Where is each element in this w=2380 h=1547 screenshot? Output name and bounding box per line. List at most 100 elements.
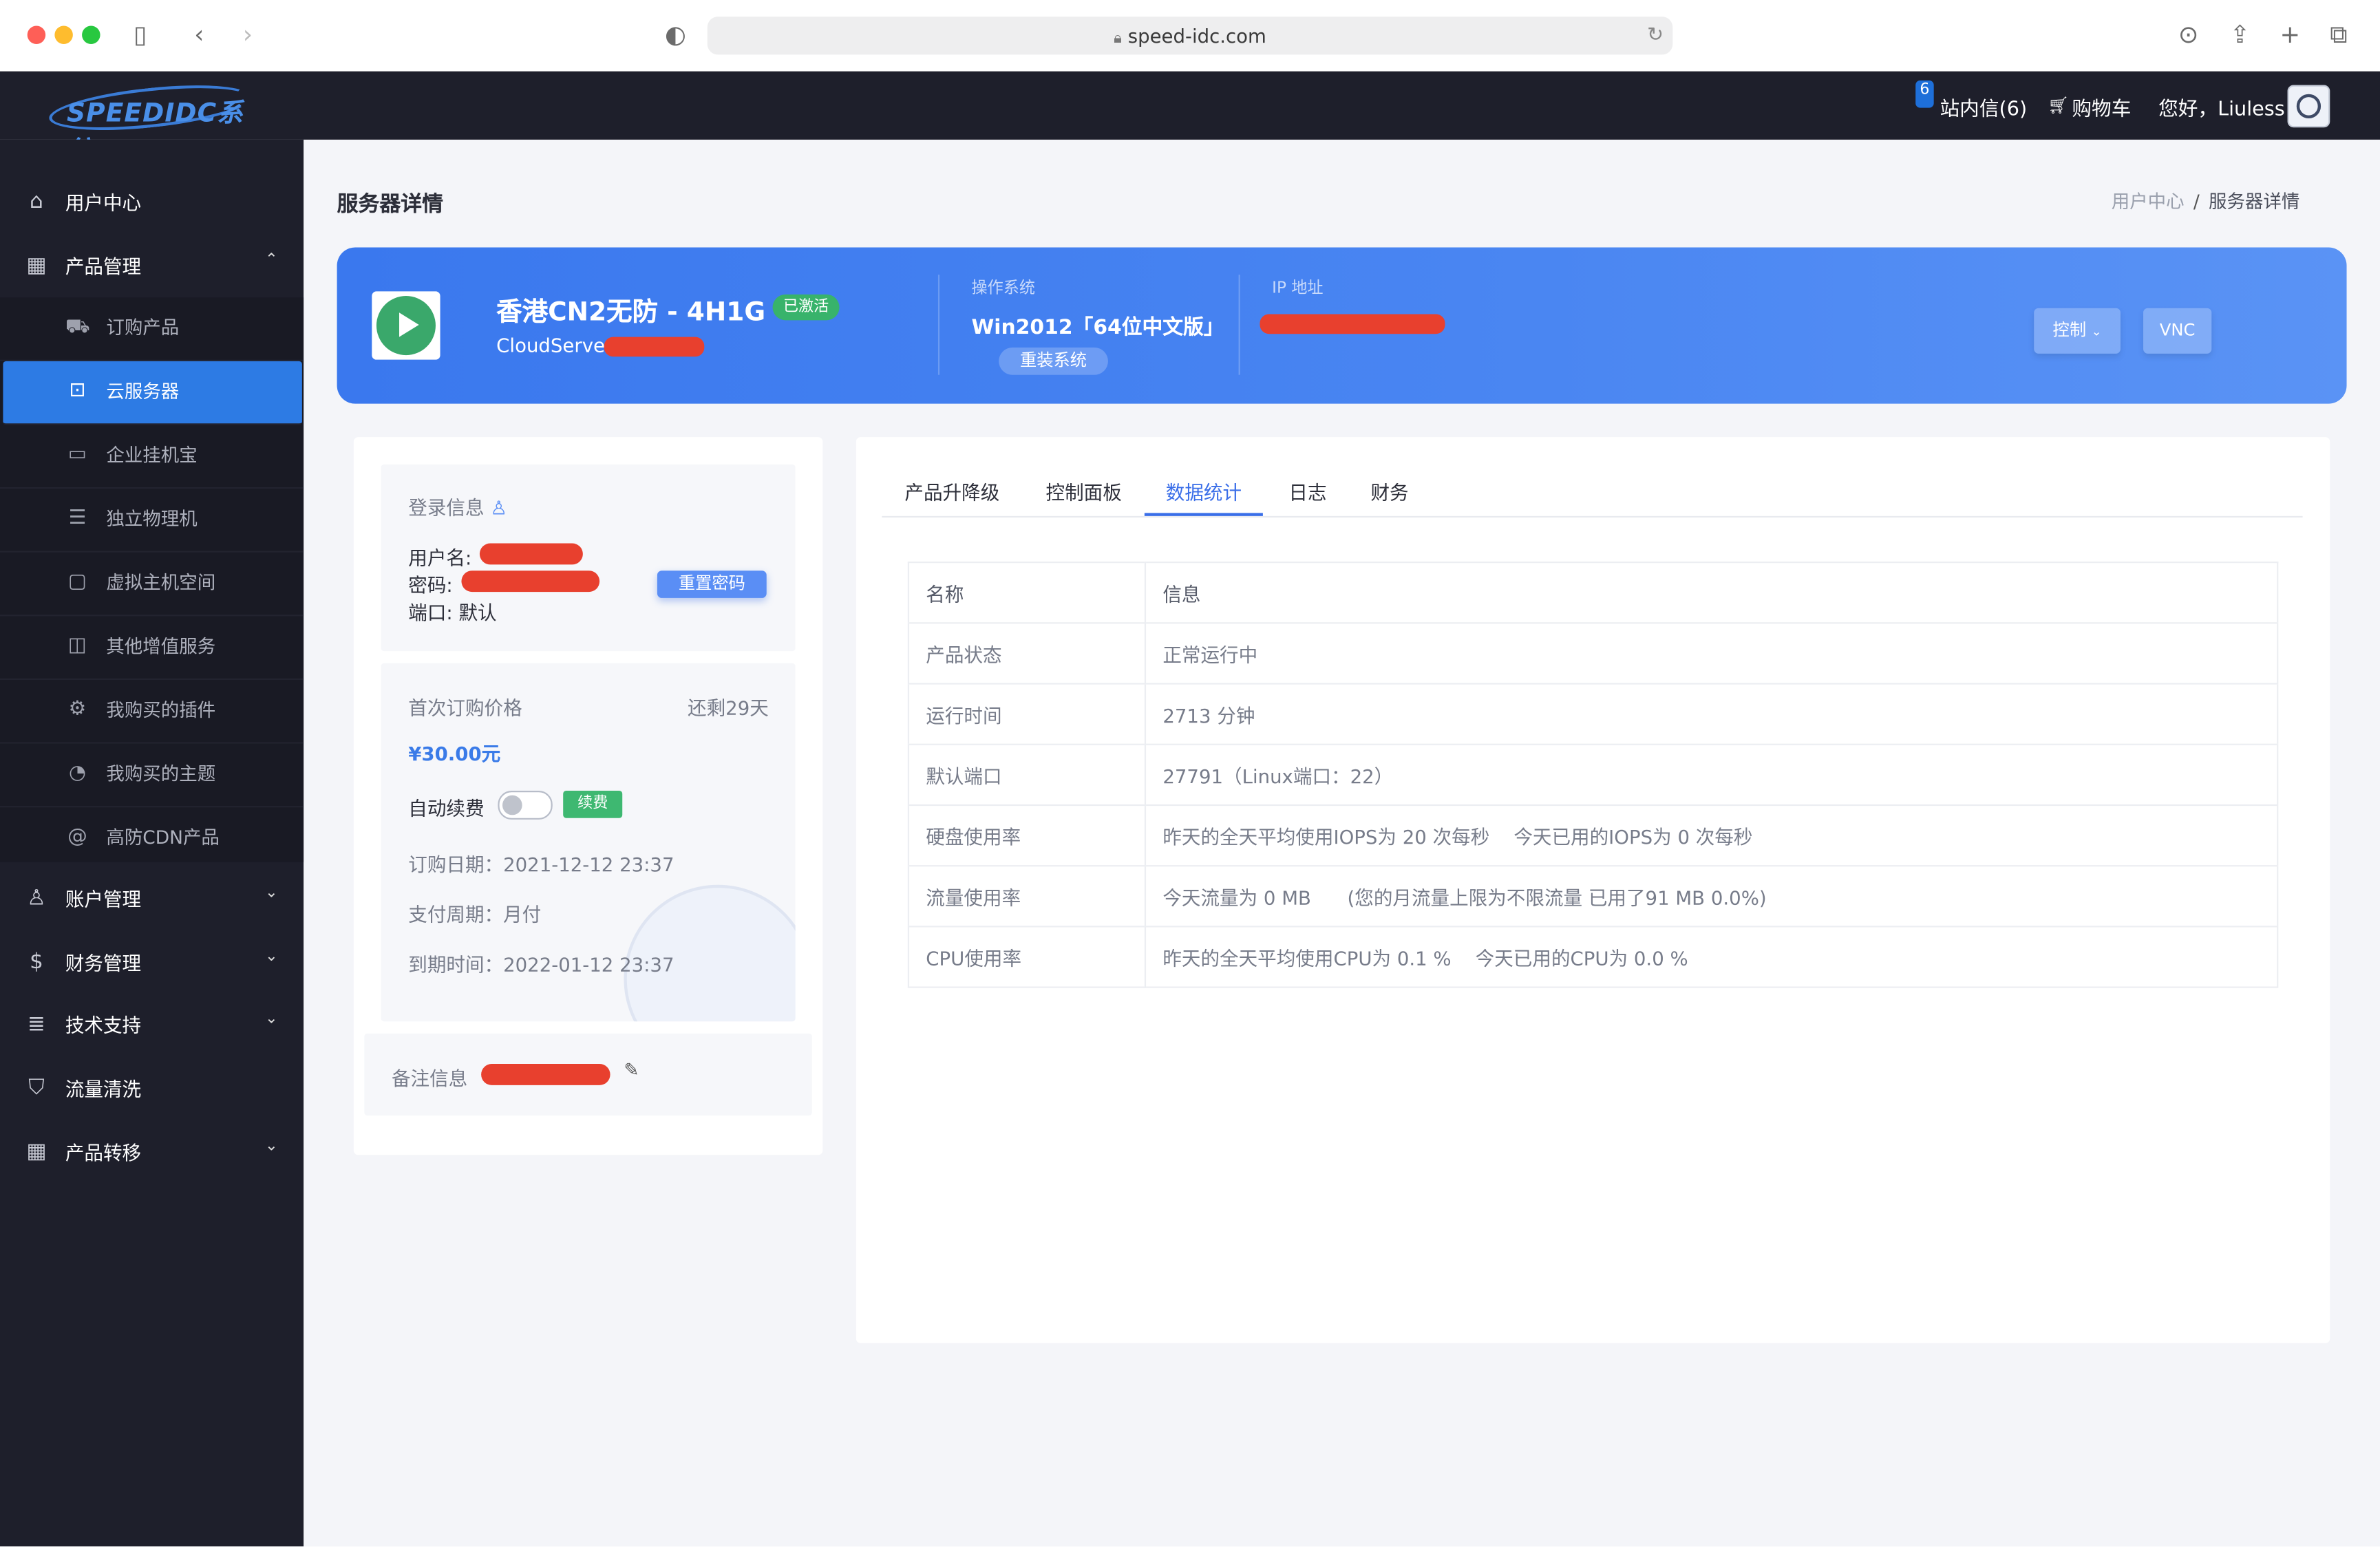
tab-logs[interactable]: 日志: [1288, 476, 1326, 515]
breadcrumb-link[interactable]: 用户中心: [2112, 191, 2185, 213]
chevron-up-icon: ⌃: [265, 252, 278, 269]
table-cell-name: 硬盘使用率: [908, 804, 1147, 867]
sidebar-item-my-plugins[interactable]: ⚙ 我购买的插件: [0, 680, 304, 744]
chevron-down-icon: ⌄: [265, 1138, 278, 1155]
play-icon: [376, 296, 436, 356]
control-label: 控制: [2052, 320, 2087, 341]
tab-finance[interactable]: 财务: [1370, 476, 1408, 515]
download-icon[interactable]: ⊙: [2178, 18, 2199, 52]
control-dropdown-button[interactable]: 控制 ⌄: [2034, 308, 2121, 354]
sidebar: ⌂ 用户中心 ▦ 产品管理 ⌃ ⛟ 订购产品 ⊡ 云服务器 ▭ 企业挂机宝 ☰ …: [0, 139, 304, 1547]
sidebar-item-virtual-hosting[interactable]: ▢ 虚拟主机空间: [0, 553, 304, 617]
table-row: 硬盘使用率 昨天的全天平均使用IOPS为 20 次每秒 今天已用的IOPS为 0…: [908, 804, 2278, 867]
sidebar-item-label: 订购产品: [106, 317, 180, 339]
sidebar-item-product-transfer[interactable]: ▦ 产品转移 ⌄: [0, 1122, 304, 1184]
sidebar-item-label: 独立物理机: [106, 508, 198, 530]
order-date: 订购日期：2021-12-12 23:37: [408, 853, 674, 876]
renew-button[interactable]: 续费: [563, 791, 623, 818]
logo[interactable]: SPEEDIDC系统: [47, 77, 262, 167]
sidebar-item-label: 其他增值服务: [106, 636, 216, 657]
monitor-icon: ▭: [67, 442, 87, 467]
reinstall-button[interactable]: 重装系统: [999, 348, 1108, 375]
login-info-title: 登录信息 ♙: [408, 496, 508, 520]
chip-icon: ⚙: [68, 698, 87, 721]
sidebar-item-cloud-server[interactable]: ⊡ 云服务器: [3, 361, 302, 425]
sidebar-item-label: 财务管理: [65, 951, 142, 974]
password-redaction: [461, 570, 600, 593]
user-greeting[interactable]: 您好，Liuless: [2158, 93, 2285, 121]
column-header: 信息: [1145, 562, 2278, 624]
table-cell-name: 运行时间: [908, 683, 1147, 745]
table-cell-name: 产品状态: [908, 623, 1147, 685]
apps-icon: ▦: [26, 1140, 47, 1164]
sidebar-item-traffic-cleaning[interactable]: ⛉ 流量清洗: [0, 1058, 304, 1120]
avatar[interactable]: [2287, 85, 2330, 128]
info-card: 登录信息 ♙ 用户名: 密码: 端口: 默认 重置密码 首次订购价格 还剩29天…: [353, 437, 823, 1155]
chevron-down-icon: ⌄: [265, 1010, 278, 1028]
password-label: 密码:: [408, 573, 453, 597]
expire-date: 到期时间：2022-01-12 23:37: [408, 952, 674, 977]
lock-icon: 🔒︎: [1114, 30, 1122, 47]
sidebar-item-label: 产品管理: [65, 255, 142, 278]
breadcrumb-current: 服务器详情: [2208, 191, 2300, 213]
sidebar-item-label: 账户管理: [65, 888, 142, 911]
tab-control-panel[interactable]: 控制面板: [1046, 476, 1122, 515]
back-icon[interactable]: ‹: [194, 18, 204, 52]
sidebar-item-finance[interactable]: $ 财务管理 ⌄: [0, 932, 304, 994]
sidebar-item-user-center[interactable]: ⌂ 用户中心: [0, 171, 304, 233]
chevron-down-icon: ⌄: [2091, 324, 2102, 339]
sidebar-item-product-management[interactable]: ▦ 产品管理 ⌃: [0, 235, 304, 297]
server-running-icon: [372, 291, 440, 360]
url-text: speed-idc.com: [1127, 24, 1266, 47]
sidebar-item-label: 流量清洗: [65, 1077, 142, 1100]
tab-bar: 产品升降级 控制面板 数据统计 日志 财务: [882, 473, 2303, 518]
divider: [1238, 275, 1240, 375]
server-name: 香港CN2无防 - 4H1G: [496, 297, 766, 328]
reset-password-button[interactable]: 重置密码: [657, 570, 767, 598]
table-cell-name: 默认端口: [908, 744, 1147, 807]
user-icon: ♙: [490, 496, 508, 520]
privacy-shield-icon[interactable]: ◐: [665, 18, 686, 52]
table-cell-value: 27791（Linux端口：22）: [1145, 744, 2278, 807]
vnc-button[interactable]: VNC: [2143, 308, 2212, 354]
sidebar-item-my-themes[interactable]: ◔ 我购买的主题: [0, 744, 304, 808]
tab-upgrade[interactable]: 产品升降级: [904, 476, 999, 515]
ip-label: IP 地址: [1272, 279, 1324, 298]
edit-icon[interactable]: ✎: [624, 1059, 639, 1080]
cart-link[interactable]: 购物车: [2072, 93, 2131, 121]
cart-icon: ⛟: [65, 315, 90, 339]
tabs-overview-icon[interactable]: ⧉: [2330, 18, 2347, 52]
payment-cycle: 支付周期：月付: [408, 903, 542, 926]
remaining-days: 还剩29天: [688, 696, 769, 720]
close-window-button[interactable]: [27, 25, 46, 44]
hostname-redaction: [604, 337, 705, 357]
note-label: 备注信息: [391, 1067, 468, 1090]
minimize-window-button[interactable]: [54, 25, 73, 44]
sidebar-item-order-product[interactable]: ⛟ 订购产品: [0, 297, 304, 361]
sidebar-toggle-icon[interactable]: ▯: [134, 18, 147, 52]
sidebar-item-account[interactable]: ♙ 账户管理 ⌄: [0, 868, 304, 930]
sidebar-item-support[interactable]: ≣ 技术支持 ⌄: [0, 994, 304, 1056]
table-row: 流量使用率 今天流量为 0 MB (您的月流量上限为不限流量 已用了91 MB …: [908, 866, 2278, 928]
share-icon[interactable]: ⇪: [2230, 18, 2251, 52]
messages-link[interactable]: 站内信(6): [1940, 93, 2028, 121]
column-header: 名称: [908, 562, 1147, 624]
new-tab-icon[interactable]: +: [2280, 18, 2301, 52]
reload-icon[interactable]: ↻: [1647, 17, 1664, 54]
server-icon: ☰: [68, 506, 87, 530]
sidebar-item-enterprise-hosting[interactable]: ▭ 企业挂机宝: [0, 425, 304, 489]
sidebar-item-dedicated-server[interactable]: ☰ 独立物理机: [0, 489, 304, 553]
message-count-badge: 6: [1915, 80, 1934, 108]
auto-renew-toggle[interactable]: [498, 791, 553, 820]
zoom-window-button[interactable]: [82, 25, 100, 44]
top-header: SPEEDIDC系统 6 站内信(6) 🛒︎ 购物车 您好，Liuless: [0, 71, 2380, 167]
sidebar-item-value-added[interactable]: ◫ 其他增值服务: [0, 616, 304, 681]
tab-statistics[interactable]: 数据统计: [1144, 476, 1263, 516]
address-bar[interactable]: 🔒︎ speed-idc.com ↻: [707, 17, 1673, 55]
forward-icon[interactable]: ›: [243, 18, 253, 52]
auto-renew-label: 自动续费: [408, 796, 485, 820]
ip-redaction: [1260, 314, 1445, 334]
breadcrumb: 用户中心 / 服务器详情: [2112, 188, 2300, 213]
sidebar-item-cdn[interactable]: @ 高防CDN产品: [0, 807, 304, 869]
table-cell-value: 2713 分钟: [1145, 683, 2278, 745]
